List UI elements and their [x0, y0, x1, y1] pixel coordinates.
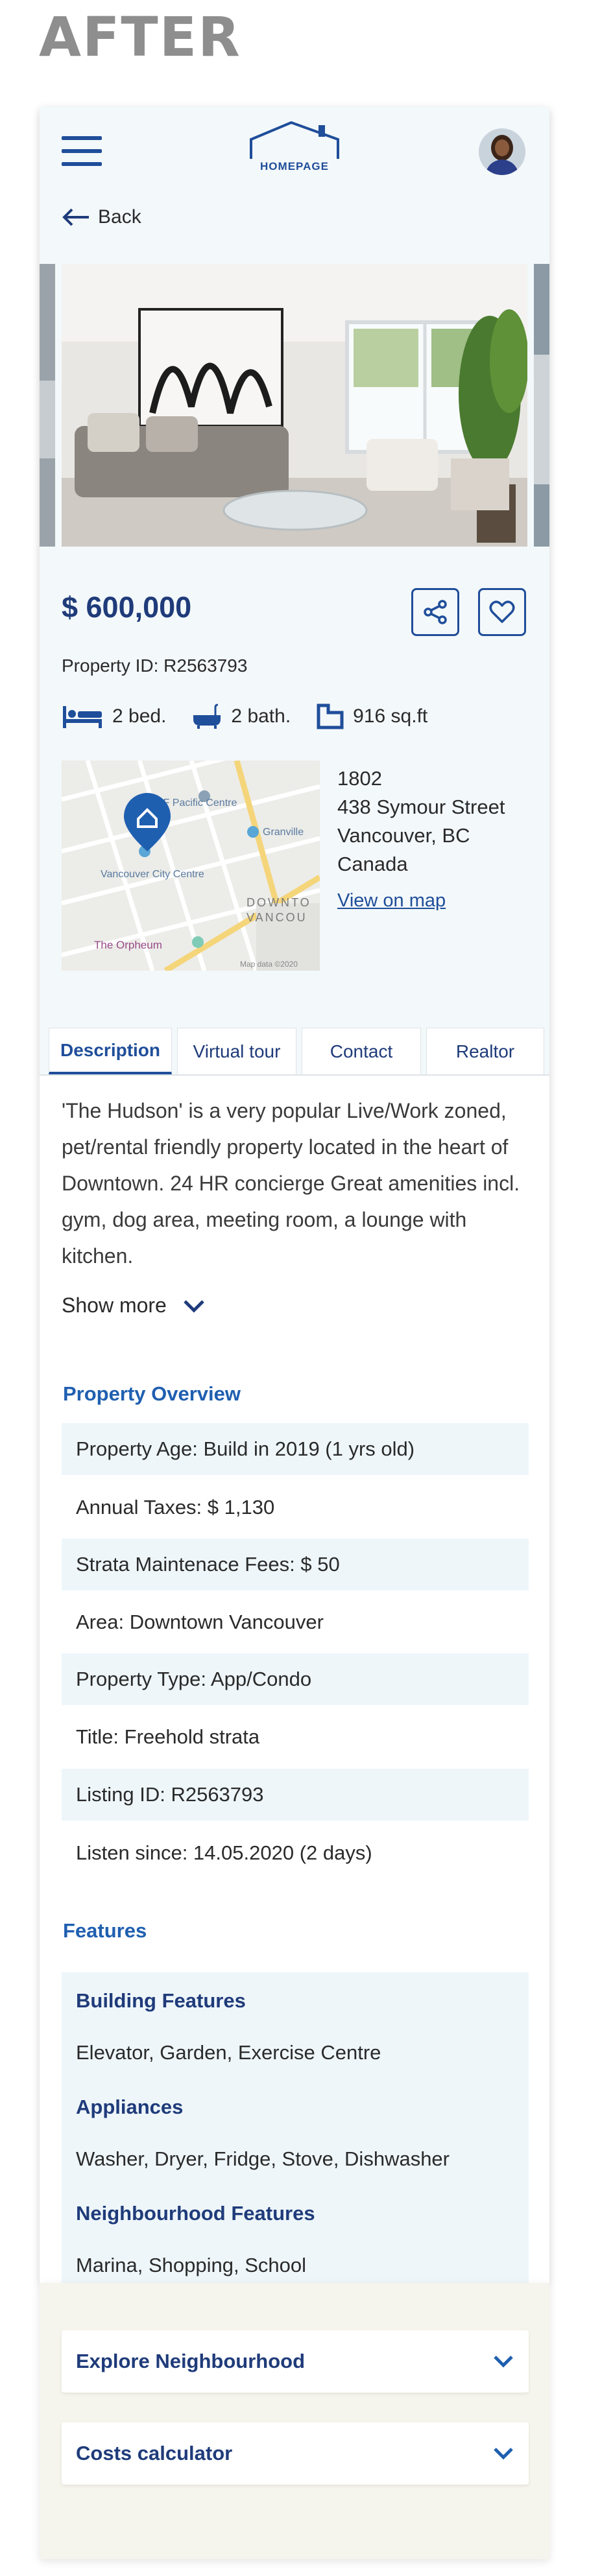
app-header: HOMEPAGE	[40, 107, 549, 190]
features-title: Features	[63, 1919, 147, 1942]
feature-heading: Neighbourhood Features	[76, 2202, 315, 2225]
location-map[interactable]: CF Pacific Centre Granville Vancouver Ci…	[62, 761, 320, 971]
tab-realtor[interactable]: Realtor	[426, 1028, 544, 1074]
property-address: 1802 438 Symour Street Vancouver, BC Can…	[337, 764, 505, 915]
map-label-granville: Granville	[263, 827, 304, 838]
area-spec: 916 sq.ft	[317, 703, 427, 729]
chevron-down-icon	[494, 2356, 513, 2368]
tab-description[interactable]: Description	[49, 1028, 172, 1074]
bathtub-icon	[193, 703, 221, 729]
feature-heading: Appliances	[76, 2096, 184, 2118]
tab-virtual-tour[interactable]: Virtual tour	[177, 1028, 296, 1074]
map-label-downtown-2: VANCOU	[246, 911, 307, 924]
listing-tabs: Description Virtual tour Contact Realtor	[49, 1028, 549, 1077]
accordion-label: Explore Neighbourhood	[76, 2350, 306, 2372]
next-photo[interactable]	[534, 264, 549, 547]
explore-neighbourhood-accordion[interactable]: Explore Neighbourhood	[62, 2330, 529, 2393]
costs-calculator-accordion[interactable]: Costs calculator	[62, 2422, 529, 2485]
feature-heading: Building Features	[76, 1989, 246, 2012]
baths-label: 2 bath.	[231, 705, 291, 727]
feature-value: Marina, Shopping, School	[76, 2254, 307, 2276]
show-more-button[interactable]: Show more	[62, 1294, 206, 1318]
back-label: Back	[98, 206, 141, 228]
bottom-panel: Explore Neighbourhood Costs calculator	[40, 2283, 549, 2559]
arrow-left-icon	[62, 208, 89, 226]
house-logo-icon	[250, 121, 339, 159]
beds-spec: 2 bed.	[62, 703, 166, 729]
share-icon	[424, 600, 447, 624]
overview-row: Listen since: 14.05.2020 (2 days)	[76, 1841, 372, 1864]
description-text: 'The Hudson' is a very popular Live/Work…	[62, 1099, 520, 1268]
accordion-label: Costs calculator	[76, 2442, 233, 2464]
overview-row: Property Type: App/Condo	[62, 1653, 529, 1705]
property-specs: 2 bed. 2 bath. 916 sq.ft	[62, 703, 453, 729]
feature-value: Elevator, Garden, Exercise Centre	[76, 2041, 381, 2064]
address-street: 438 Symour Street	[337, 796, 505, 818]
heart-icon	[489, 600, 515, 623]
baths-spec: 2 bath.	[192, 703, 291, 729]
previous-photo[interactable]	[40, 264, 55, 547]
photo-carousel[interactable]	[40, 264, 549, 547]
overview-row: Property Age: Build in 2019 (1 yrs old)	[62, 1423, 529, 1475]
bed-icon	[63, 706, 102, 728]
address-city: Vancouver, BC	[337, 824, 470, 847]
area-label: 916 sq.ft	[353, 705, 428, 727]
map-label-downtown-1: DOWNTO	[246, 896, 311, 909]
avatar[interactable]	[479, 128, 525, 175]
address-country: Canada	[337, 853, 408, 875]
area-icon	[317, 703, 344, 729]
homepage-logo[interactable]: HOMEPAGE	[246, 120, 343, 178]
beds-label: 2 bed.	[112, 705, 167, 727]
share-button[interactable]	[411, 588, 459, 636]
feature-value: Washer, Dryer, Fridge, Stove, Dishwasher	[76, 2147, 450, 2170]
chevron-down-icon	[184, 1299, 204, 1313]
features-list: Building Features Elevator, Garden, Exer…	[62, 1972, 529, 2283]
menu-icon[interactable]	[62, 136, 102, 166]
chevron-down-icon	[494, 2448, 513, 2460]
back-button[interactable]: Back	[62, 204, 141, 230]
property-id: Property ID: R2563793	[62, 656, 248, 676]
map-label-orpheum: The Orpheum	[94, 939, 162, 951]
overview-row: Title: Freehold strata	[76, 1725, 260, 1748]
map-label-city-centre: Vancouver City Centre	[101, 869, 204, 880]
overview-row: Listing ID: R2563793	[62, 1769, 529, 1821]
overview-row: Annual Taxes: $ 1,130	[76, 1496, 275, 1518]
listing-price: $ 600,000	[62, 591, 192, 624]
map-attribution: Map data ©2020	[240, 960, 298, 969]
logo-text: HOMEPAGE	[260, 160, 329, 172]
property-overview-title: Property Overview	[63, 1382, 241, 1405]
view-on-map-link[interactable]: View on map	[337, 886, 505, 915]
banner-title: AFTER	[39, 5, 241, 69]
address-unit: 1802	[337, 767, 382, 790]
property-photo[interactable]	[62, 264, 527, 547]
overview-row: Strata Maintenace Fees: $ 50	[62, 1539, 529, 1590]
show-more-label: Show more	[62, 1294, 167, 1317]
tab-contact[interactable]: Contact	[302, 1028, 421, 1074]
overview-row: Area: Downtown Vancouver	[76, 1611, 324, 1633]
favorite-button[interactable]	[478, 588, 526, 636]
phone-screen: HOMEPAGE Back $ 600,000 Property ID: R25…	[40, 107, 549, 2283]
